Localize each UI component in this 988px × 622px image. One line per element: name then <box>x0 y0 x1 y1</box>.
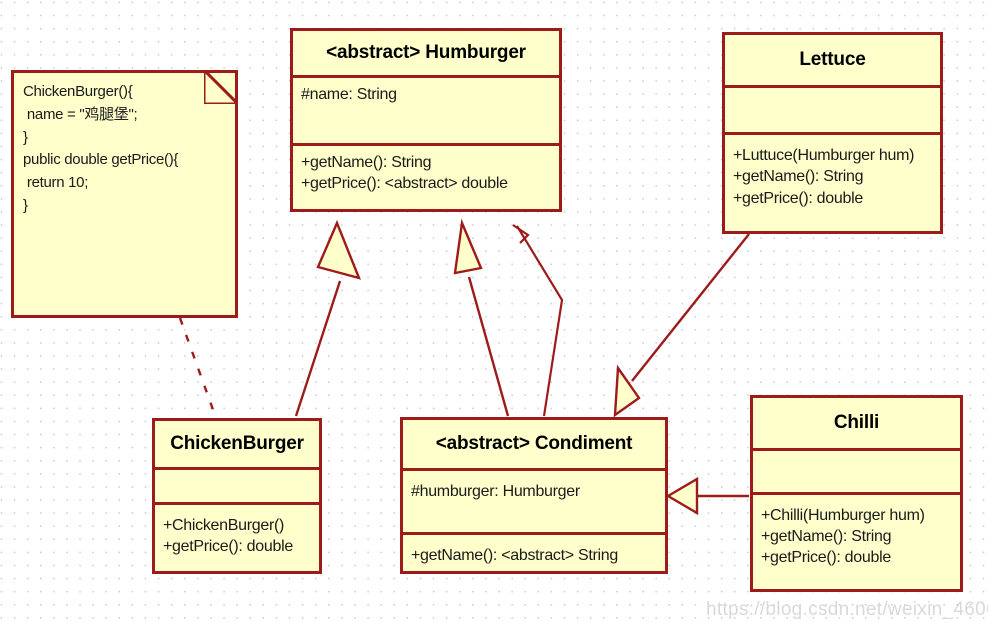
class-operations-chilli: +Chilli(Humburger hum) +getName(): Strin… <box>753 495 960 589</box>
class-operations-humburger: +getName(): String +getPrice(): <abstrac… <box>293 146 559 209</box>
edge-note-anchors-chickenburger <box>178 317 218 419</box>
class-operation: +getPrice(): double <box>163 538 293 555</box>
class-operation: +getName(): String <box>301 153 432 171</box>
edge-lettuce-extends-condiment <box>613 233 750 418</box>
class-attribute: #name: String <box>301 86 397 103</box>
edge-condiment-has-humburger <box>512 224 564 417</box>
class-box-chickenburger[interactable]: ChickenBurger +ChickenBurger() +getPrice… <box>152 418 322 574</box>
edge-chickenburger-extends-humburger <box>294 219 362 417</box>
class-operation: +getName(): String <box>733 168 864 186</box>
class-operation: +Chilli(Humburger hum) <box>761 506 925 524</box>
class-attributes-humburger: #name: String <box>293 78 559 143</box>
note-line: ChickenBurger(){ <box>23 83 133 100</box>
edge-chilli-extends-condiment <box>665 476 749 516</box>
class-operation: +getName(): <abstract> String <box>411 547 618 565</box>
class-operation: +Luttuce(Humburger hum) <box>733 147 915 165</box>
class-title-humburger: <abstract> Humburger <box>326 42 526 63</box>
class-attributes-chickenburger <box>155 470 319 502</box>
note-line: } <box>23 128 28 146</box>
class-box-humburger[interactable]: <abstract> Humburger #name: String +getN… <box>290 28 562 212</box>
class-box-lettuce[interactable]: Lettuce +Luttuce(Humburger hum) +getName… <box>722 32 943 234</box>
class-title-chilli: Chilli <box>833 412 880 433</box>
class-attributes-condiment: #humburger: Humburger <box>403 471 665 532</box>
note-line: } <box>23 196 28 214</box>
note-line: public double getPrice(){ <box>23 151 179 169</box>
class-attributes-lettuce <box>725 88 940 132</box>
note-line: name = "鸡腿堡"; <box>23 105 138 123</box>
class-operation: +getPrice(): double <box>761 549 891 567</box>
class-operation: +ChickenBurger() <box>163 516 285 534</box>
class-title-lettuce: Lettuce <box>799 49 866 70</box>
class-box-condiment[interactable]: <abstract> Condiment #humburger: Humburg… <box>400 417 668 574</box>
class-operation: +getPrice(): double <box>733 189 863 207</box>
class-operations-lettuce: +Luttuce(Humburger hum) +getName(): Stri… <box>725 135 940 231</box>
class-box-chilli[interactable]: Chilli +Chilli(Humburger hum) +getName()… <box>750 395 963 592</box>
watermark-text: https://blog.csdn.net/weixin_46065907 <box>706 599 988 620</box>
note-line: return 10; <box>23 174 89 192</box>
class-attributes-chilli <box>753 451 960 492</box>
edge-condiment-extends-humburger <box>453 218 510 417</box>
class-operation: +getName(): String <box>761 527 892 545</box>
class-operations-condiment: +getName(): <abstract> String <box>403 535 665 571</box>
class-operations-chickenburger: +ChickenBurger() +getPrice(): double <box>155 505 319 571</box>
uml-diagram-canvas: ChickenBurger(){ name = "鸡腿堡"; } public … <box>0 0 988 622</box>
class-title-chickenburger: ChickenBurger <box>170 433 304 454</box>
class-attribute: #humburger: Humburger <box>411 483 580 500</box>
class-operation: +getPrice(): <abstract> double <box>301 175 508 192</box>
note-chickenburger-code[interactable]: ChickenBurger(){ name = "鸡腿堡"; } public … <box>11 70 238 318</box>
class-title-condiment: <abstract> Condiment <box>435 433 633 454</box>
